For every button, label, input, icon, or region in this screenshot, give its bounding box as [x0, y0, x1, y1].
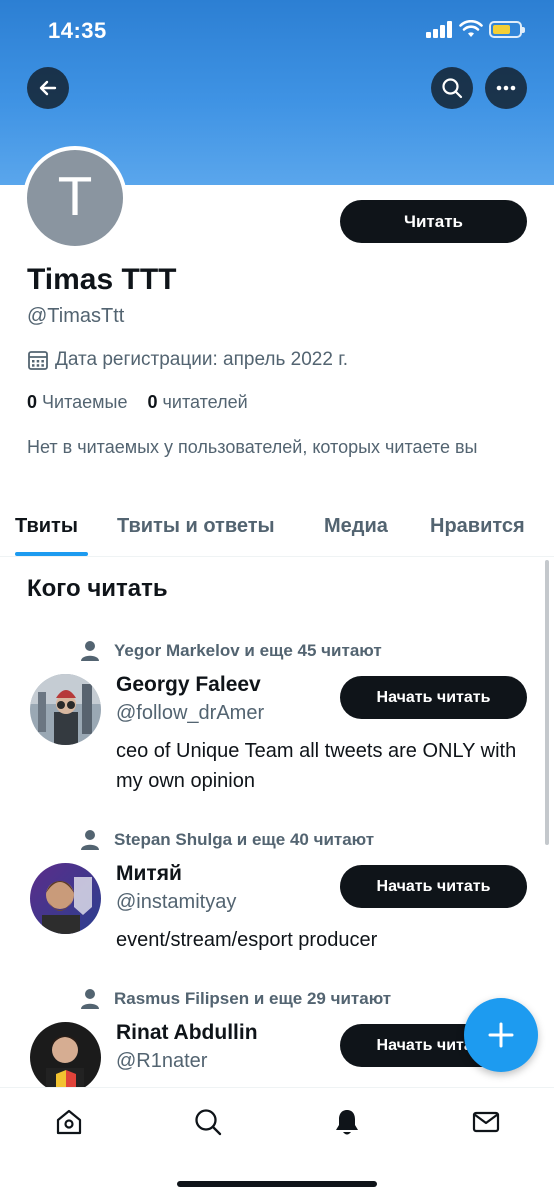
status-time: 14:35 — [48, 18, 107, 43]
joined-date-text: Дата регистрации: апрель 2022 г. — [55, 349, 349, 370]
battery-icon — [489, 21, 525, 38]
profile-avatar[interactable]: T — [23, 146, 127, 250]
nav-messages[interactable] — [470, 1106, 502, 1138]
followers-count: 0 — [147, 392, 158, 412]
plus-icon — [488, 1022, 514, 1048]
suggestion-context-text: Stepan Shulga и еще 40 читают — [114, 830, 375, 849]
following-link[interactable]: 0 Читаемые — [27, 392, 127, 412]
start-following-button[interactable]: Начать читать — [340, 865, 527, 908]
tab-media[interactable]: Медиа — [324, 515, 388, 538]
tab-tweets[interactable]: Твиты — [15, 515, 78, 538]
suggestion-bio: ceo of Unique Team all tweets are ONLY w… — [116, 740, 517, 792]
profile-handle: @TimasTtt — [27, 305, 125, 327]
home-indicator[interactable] — [177, 1181, 377, 1187]
followed-by-note: Нет в читаемых у пользователей, которых … — [27, 437, 478, 457]
suggestion-name[interactable]: Митяй — [116, 862, 182, 886]
nav-home[interactable] — [53, 1106, 85, 1138]
suggestion-context: Rasmus Filipsen и еще 29 читают — [80, 988, 391, 1010]
nav-notifications[interactable] — [331, 1106, 363, 1138]
suggestion-name[interactable]: Georgy Faleev — [116, 673, 261, 697]
avatar[interactable] — [30, 863, 101, 934]
back-button[interactable] — [27, 67, 69, 109]
search-button[interactable] — [431, 67, 473, 109]
search-icon — [195, 1109, 222, 1136]
start-following-button[interactable]: Начать читать — [340, 676, 527, 719]
suggestion-handle: @R1nater — [116, 1050, 208, 1072]
avatar[interactable] — [30, 1022, 101, 1093]
follow-button[interactable]: Читать — [340, 200, 527, 243]
avatar[interactable] — [30, 674, 101, 745]
more-horizontal-icon — [496, 85, 516, 91]
tab-likes[interactable]: Нравится — [430, 515, 525, 538]
who-to-follow-title: Кого читать — [27, 575, 168, 602]
suggestion-handle: @instamityay — [116, 891, 237, 913]
suggestion-handle: @follow_drAmer — [116, 702, 265, 724]
suggestion-context: Yegor Markelov и еще 45 читают — [80, 640, 382, 662]
cellular-signal-icon — [426, 21, 453, 38]
arrow-left-icon — [39, 80, 57, 96]
messages-icon — [472, 1111, 500, 1133]
following-label: Читаемые — [42, 392, 128, 412]
followers-label: читателей — [162, 392, 248, 412]
home-icon — [56, 1109, 82, 1135]
profile-name: Timas TTT — [27, 263, 177, 296]
suggestion-name[interactable]: Rinat Abdullin — [116, 1021, 258, 1045]
tab-tweets-and-replies[interactable]: Твиты и ответы — [117, 515, 275, 538]
follow-stats: 0 Читаемые 0 читателей — [27, 392, 248, 413]
active-tab-indicator — [15, 552, 88, 556]
joined-date: Дата регистрации: апрель 2022 г. — [27, 349, 348, 371]
suggestion-context-text: Yegor Markelov и еще 45 читают — [114, 641, 382, 660]
person-icon — [81, 989, 99, 1009]
search-icon — [442, 78, 463, 99]
suggestion-bio: event/stream/esport producer — [116, 929, 378, 951]
nav-search[interactable] — [192, 1106, 224, 1138]
profile-tabs: Твиты Твиты и ответы Медиа Нравится — [0, 505, 554, 557]
suggestion-context: Stepan Shulga и еще 40 читают — [80, 829, 374, 851]
following-count: 0 — [27, 392, 38, 412]
person-icon — [81, 641, 99, 661]
more-options-button[interactable] — [485, 67, 527, 109]
status-bar: 14:35 — [0, 0, 554, 60]
compose-tweet-button[interactable] — [464, 998, 538, 1072]
suggestion-context-text: Rasmus Filipsen и еще 29 читают — [114, 989, 392, 1008]
calendar-icon — [28, 351, 48, 370]
followers-link[interactable]: 0 читателей — [148, 392, 248, 412]
wifi-icon — [459, 20, 483, 37]
scrollbar[interactable] — [545, 560, 549, 845]
notifications-icon — [336, 1110, 358, 1135]
person-icon — [81, 830, 99, 850]
